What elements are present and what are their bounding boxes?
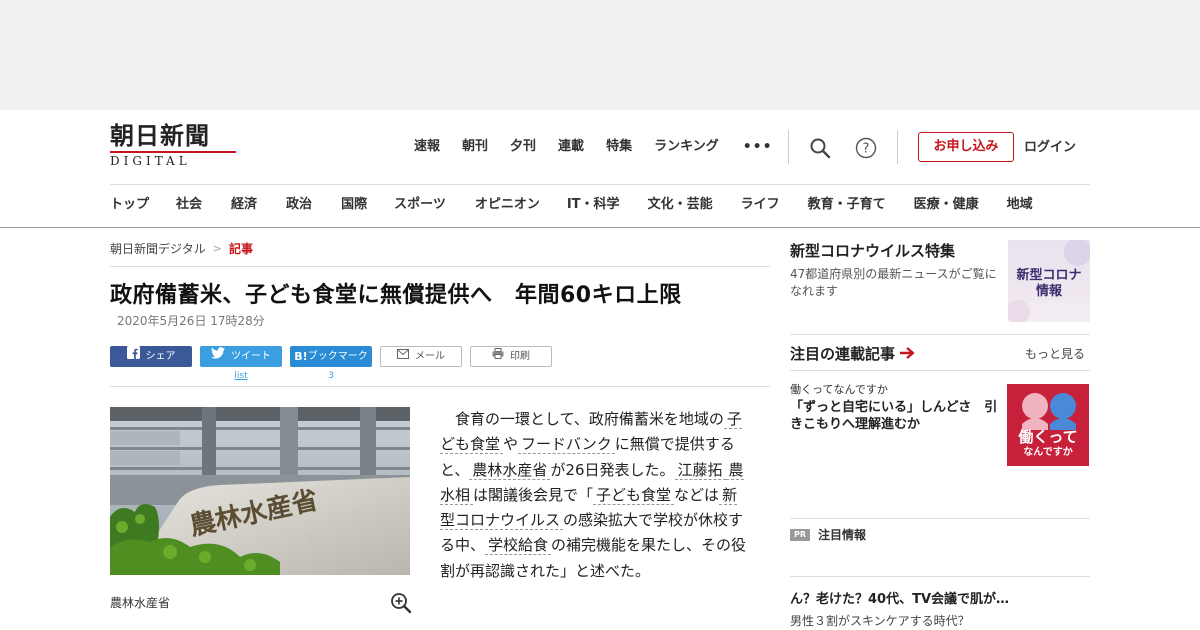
arrow-right-icon	[899, 344, 915, 364]
hatena-bookmark-button[interactable]: B! ブックマーク	[290, 346, 372, 367]
print-button[interactable]: 印刷	[470, 346, 552, 367]
cat-life[interactable]: ライフ	[741, 195, 780, 215]
keyword-link[interactable]: フードバンク	[518, 435, 615, 455]
pr-badge: PR	[790, 529, 810, 541]
mail-icon	[397, 346, 409, 367]
breadcrumb: 朝日新聞デジタル > 記事	[110, 240, 253, 258]
cat-society[interactable]: 社会	[176, 195, 202, 215]
body-text: は閣議後会見で「	[473, 485, 594, 504]
divider	[110, 266, 770, 267]
breadcrumb-current: 記事	[228, 242, 253, 256]
divider	[110, 386, 770, 387]
cat-culture[interactable]: 文化・芸能	[648, 195, 713, 215]
help-icon[interactable]: ?	[854, 136, 878, 160]
search-icon[interactable]	[808, 136, 832, 160]
hatena-icon: B!	[294, 350, 308, 363]
pr-section-title: 注目情報	[818, 528, 867, 542]
article-body: 食育の一環として、政府備蓄米を地域の 子ども食堂やフードバンク に無償で提供すると、…	[440, 407, 750, 584]
series-thumbnail[interactable]: 働くって なんですか	[1007, 384, 1089, 466]
twitter-count[interactable]: list	[200, 370, 282, 382]
pr-article-headline[interactable]: ん？老けた？40代、TV会議で肌が…	[790, 591, 1009, 608]
nav-ranking[interactable]: ランキング	[654, 137, 719, 157]
cat-international[interactable]: 国際	[341, 195, 367, 215]
cat-sports[interactable]: スポーツ	[394, 195, 446, 215]
nav-choukan[interactable]: 朝刊	[462, 137, 488, 157]
breadcrumb-home[interactable]: 朝日新聞デジタル	[110, 240, 206, 258]
print-icon	[492, 346, 504, 367]
nav-rensai[interactable]: 連載	[558, 137, 584, 157]
corona-feature-title[interactable]: 新型コロナウイルス特集	[790, 241, 955, 261]
twitter-share-button[interactable]: ツイート	[200, 346, 282, 367]
svg-text:?: ?	[863, 142, 870, 157]
cat-region[interactable]: 地域	[1007, 195, 1033, 215]
body-text: 食育の一環として、政府備蓄米を地域の	[455, 410, 724, 428]
divider	[897, 130, 898, 164]
divider	[790, 334, 1090, 335]
facebook-share-label: シェア	[145, 351, 176, 362]
body-text: や	[503, 435, 519, 454]
corona-feature-thumbnail[interactable]: 新型コロナ 情報	[1008, 240, 1090, 322]
more-menu-icon[interactable]: •••	[743, 137, 773, 157]
corona-thumb-line1: 新型コロナ	[1016, 268, 1082, 283]
subscribe-button[interactable]: お申し込み	[918, 132, 1014, 162]
divider	[788, 130, 789, 164]
series-thumb-line2: なんですか	[1023, 447, 1073, 458]
series-name: 働くってなんですか	[790, 383, 888, 396]
cat-economy[interactable]: 経済	[231, 195, 257, 215]
cat-politics[interactable]: 政治	[286, 195, 312, 215]
facebook-icon	[126, 346, 140, 367]
nav-tokushu[interactable]: 特集	[606, 137, 632, 157]
hatena-label: ブックマーク	[307, 351, 368, 362]
logo-main-text: 朝日新聞	[110, 121, 210, 150]
keyword-link[interactable]: 江藤拓	[674, 460, 726, 480]
article-headline: 政府備蓄米、子ども食堂に無償提供へ 年間60キロ上限	[110, 283, 682, 308]
keyword-link[interactable]: 農林水産省	[469, 460, 551, 480]
divider	[790, 370, 1090, 371]
category-nav: トップ 社会 経済 政治 国際 スポーツ オピニオン IT・科学 文化・芸能 ラ…	[110, 195, 1100, 215]
hatena-count: 3	[328, 371, 334, 381]
article-date: 2020年5月26日 17時28分	[117, 314, 265, 328]
nav-yuukan[interactable]: 夕刊	[510, 137, 536, 157]
series-thumb-line1: 働くって	[1018, 428, 1078, 446]
login-link[interactable]: ログイン	[1024, 138, 1076, 158]
corona-feature-desc: 47都道府県別の最新ニュースがご覧になれます	[790, 267, 997, 298]
body-text: が26日発表した。	[550, 460, 675, 479]
divider	[0, 227, 1200, 228]
ad-banner-area	[0, 0, 1200, 110]
body-text: などは	[674, 485, 720, 504]
pr-article-subtitle[interactable]: 男性３割がスキンケアする時代？	[790, 613, 970, 629]
cat-education[interactable]: 教育・子育て	[808, 195, 886, 215]
cat-opinion[interactable]: オピニオン	[475, 195, 540, 215]
corona-thumb-line2: 情報	[1035, 284, 1062, 299]
divider	[790, 518, 1090, 519]
site-logo[interactable]: 朝日新聞 DIGITAL	[110, 122, 250, 172]
featured-series-label: 注目の連載記事	[790, 345, 896, 363]
facebook-share-button[interactable]: シェア	[110, 346, 192, 367]
cat-it-science[interactable]: IT・科学	[567, 195, 620, 215]
cat-health[interactable]: 医療・健康	[914, 195, 979, 215]
series-article-headline[interactable]: 「ずっと自宅にいる」しんどさ 引きこもりへ理解進むか	[790, 399, 1000, 433]
see-more-link[interactable]: もっと見る	[1025, 346, 1085, 362]
print-label: 印刷	[510, 351, 530, 362]
top-nav: 速報 朝刊 夕刊 連載 特集 ランキング •••	[414, 137, 773, 157]
twitter-share-label: ツイート	[231, 351, 271, 362]
breadcrumb-separator: >	[212, 242, 222, 255]
zoom-in-icon[interactable]	[390, 592, 412, 614]
divider	[790, 576, 1090, 577]
twitter-icon	[211, 346, 225, 367]
nav-sokuho[interactable]: 速報	[414, 137, 440, 157]
mail-share-button[interactable]: メール	[380, 346, 462, 367]
divider	[110, 184, 1090, 185]
mail-label: メール	[415, 351, 445, 362]
article-photo[interactable]: 農林水産省	[110, 407, 410, 575]
keyword-link[interactable]: 学校給食	[485, 536, 552, 556]
photo-caption: 農林水産省	[110, 596, 171, 610]
featured-series-title[interactable]: 注目の連載記事	[790, 344, 915, 364]
cat-top[interactable]: トップ	[110, 195, 149, 215]
keyword-link[interactable]: 子ども食堂	[593, 485, 675, 505]
logo-sub-text: DIGITAL	[110, 151, 236, 168]
